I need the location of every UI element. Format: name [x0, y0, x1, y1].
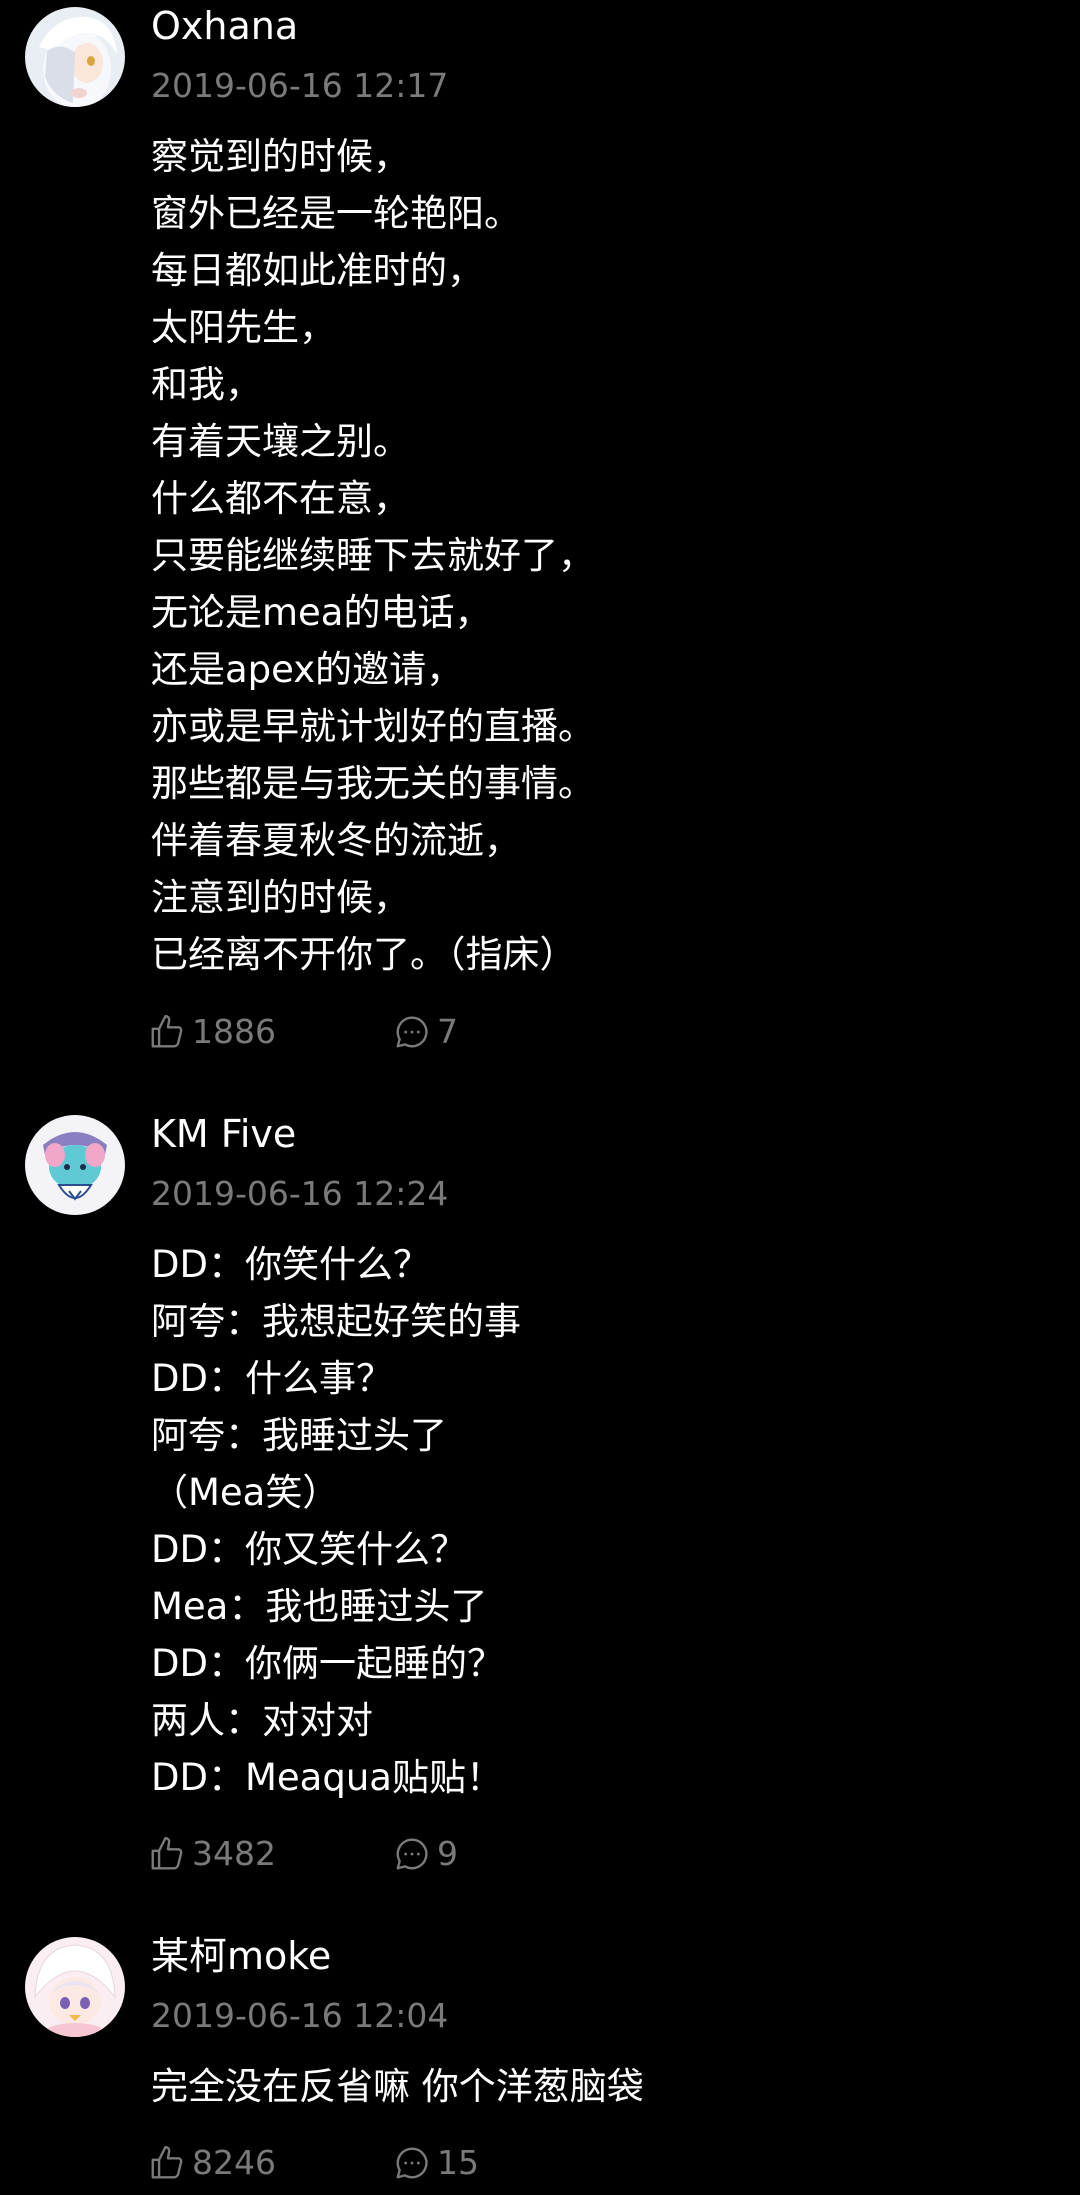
timestamp: 2019-06-16 12:17 [151, 66, 449, 105]
username[interactable]: KM Five [151, 1108, 296, 1160]
avatar[interactable] [25, 1115, 125, 1215]
comment-body: DD：你笑什么？ 阿夸：我想起好笑的事 DD：什么事？ 阿夸：我睡过头了 （Me… [151, 1236, 1031, 1806]
like-count: 1886 [192, 1012, 276, 1051]
speech-bubble-icon [396, 1838, 428, 1870]
comment-line: 窗外已经是一轮艳阳。 [151, 192, 521, 235]
comment-body: 察觉到的时候， 窗外已经是一轮艳阳。 每日都如此准时的， 太阳先生， 和我， 有… [151, 128, 1031, 983]
avatar-icon [25, 7, 125, 107]
comment-line: 阿夸：我想起好笑的事 [151, 1300, 521, 1343]
thumbs-up-icon [151, 1014, 183, 1048]
reply-count: 9 [437, 1834, 458, 1873]
speech-bubble-icon [396, 1016, 428, 1048]
comment-line: 有着天壤之别。 [151, 420, 410, 463]
username[interactable]: 某柯moke [151, 1930, 331, 1982]
like-button[interactable]: 8246 [148, 2140, 276, 2186]
comment-line: 注意到的时候， [151, 876, 410, 919]
thumbs-up-icon [151, 2145, 183, 2179]
comment-actions: 1886 7 [148, 1009, 648, 1055]
thumbs-up-icon [151, 1836, 183, 1870]
comment-line: （Mea笑） [151, 1471, 340, 1514]
avatar-icon [25, 1115, 125, 1215]
comment-line: Mea：我也睡过头了 [151, 1585, 488, 1628]
speech-bubble-icon [396, 2147, 428, 2179]
reply-button[interactable]: 15 [393, 2140, 479, 2186]
reply-button[interactable]: 7 [393, 1009, 458, 1055]
comment-line: 已经离不开你了。（指床） [151, 933, 577, 976]
comment-line: 无论是mea的电话， [151, 591, 492, 634]
reply-count: 15 [437, 2143, 479, 2182]
comment-line: DD：Meaqua贴贴！ [151, 1756, 503, 1799]
comment-line: 什么都不在意， [151, 477, 410, 520]
comment-line: DD：你俩一起睡的？ [151, 1642, 504, 1685]
timestamp: 2019-06-16 12:24 [151, 1174, 449, 1213]
comment-line: DD：你笑什么？ [151, 1243, 430, 1286]
comment-body: 完全没在反省嘛 你个洋葱脑袋 [151, 2058, 1031, 2115]
comment-line: 察觉到的时候， [151, 135, 410, 178]
reply-count: 7 [437, 1012, 458, 1051]
comment-actions: 8246 15 [148, 2140, 648, 2186]
comment-line: 还是apex的邀请， [151, 648, 464, 691]
username[interactable]: Oxhana [151, 0, 298, 52]
comment-line: 和我， [151, 363, 262, 406]
comment-line: 太阳先生， [151, 306, 336, 349]
comment-line: DD：什么事？ [151, 1357, 393, 1400]
comment-line: 那些都是与我无关的事情。 [151, 762, 595, 805]
comment-actions: 3482 9 [148, 1831, 648, 1877]
comment-line: 完全没在反省嘛 你个洋葱脑袋 [151, 2065, 644, 2108]
like-count: 8246 [192, 2143, 276, 2182]
like-button[interactable]: 1886 [148, 1009, 276, 1055]
comment-line: 只要能继续睡下去就好了， [151, 534, 595, 577]
comment-line: 每日都如此准时的， [151, 249, 484, 292]
timestamp: 2019-06-16 12:04 [151, 1996, 449, 2035]
avatar[interactable] [25, 1937, 125, 2037]
avatar[interactable] [25, 7, 125, 107]
comment-line: DD：你又笑什么？ [151, 1528, 467, 1571]
comment-line: 阿夸：我睡过头了 [151, 1414, 447, 1457]
like-button[interactable]: 3482 [148, 1831, 276, 1877]
comment-line: 亦或是早就计划好的直播。 [151, 705, 595, 748]
avatar-icon [25, 1937, 125, 2037]
comment-line: 两人：对对对 [151, 1699, 373, 1742]
comment-line: 伴着春夏秋冬的流逝， [151, 819, 521, 862]
reply-button[interactable]: 9 [393, 1831, 458, 1877]
like-count: 3482 [192, 1834, 276, 1873]
